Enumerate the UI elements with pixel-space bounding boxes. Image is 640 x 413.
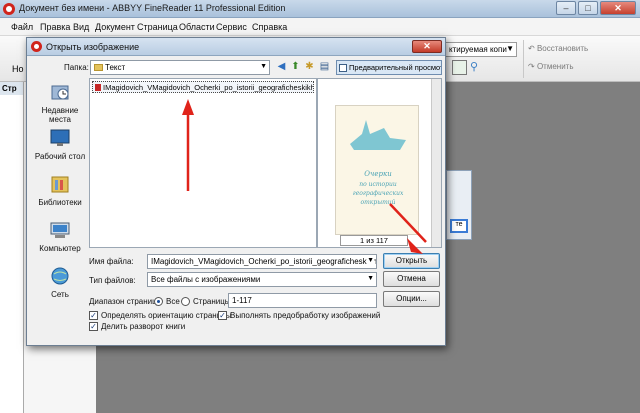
page-view-icon[interactable] bbox=[452, 60, 467, 75]
page-range-label: Диапазон страниц: bbox=[89, 297, 159, 306]
maximize-button[interactable]: □ bbox=[578, 1, 598, 15]
cancel-button[interactable]: Отмена bbox=[383, 271, 440, 287]
chevron-down-icon: ▼ bbox=[367, 257, 374, 264]
split-spread-checkbox[interactable]: ✓ bbox=[89, 322, 98, 331]
recent-places-icon bbox=[51, 85, 69, 100]
place-libraries-label: Библиотеки bbox=[38, 198, 82, 207]
annotation-arrow-2 bbox=[389, 203, 427, 243]
background-button: те bbox=[450, 219, 468, 233]
undo-button[interactable]: ↶ Восстановить bbox=[528, 44, 588, 53]
folder-combo[interactable]: Текст ▼ bbox=[90, 60, 270, 75]
range-all-label: Все bbox=[166, 297, 180, 306]
menu-document[interactable]: Документ bbox=[95, 22, 135, 32]
place-desktop[interactable]: Рабочий стол bbox=[31, 128, 89, 161]
place-desktop-label: Рабочий стол bbox=[34, 152, 86, 161]
menu-page[interactable]: Страница bbox=[137, 22, 178, 32]
place-recent-label: Недавние места bbox=[41, 106, 79, 124]
range-all-radio[interactable] bbox=[154, 297, 163, 306]
menu-edit[interactable]: Правка bbox=[40, 22, 70, 32]
up-folder-icon[interactable]: ⬆ bbox=[289, 60, 302, 74]
title-bar: Документ без имени - ABBYY FineReader 11… bbox=[0, 0, 640, 18]
chevron-down-icon: ▼ bbox=[367, 275, 374, 282]
menu-areas[interactable]: Области bbox=[179, 22, 215, 32]
dialog-close-button[interactable]: ✕ bbox=[412, 40, 442, 53]
filetype-label: Тип файлов: bbox=[89, 276, 136, 285]
finereader-logo-icon bbox=[31, 41, 42, 52]
place-network-label: Сеть bbox=[51, 290, 69, 299]
computer-icon bbox=[50, 222, 70, 238]
options-button[interactable]: Опции... bbox=[383, 291, 440, 307]
folder-label: Папка: bbox=[64, 63, 89, 72]
page-range-field[interactable]: 1-117 bbox=[228, 293, 377, 308]
folder-icon bbox=[94, 64, 103, 71]
close-button[interactable]: ✕ bbox=[600, 1, 636, 15]
toolbar-separator bbox=[523, 40, 524, 78]
preview-checkbox[interactable] bbox=[339, 64, 347, 72]
preprocess-label: Выполнять предобработку изображений bbox=[230, 311, 381, 320]
split-spread-label: Делить разворот книги bbox=[101, 322, 186, 331]
app-title: Документ без имени - ABBYY FineReader 11… bbox=[19, 3, 286, 13]
page-range-value: 1-117 bbox=[232, 296, 252, 305]
place-network[interactable]: Сеть bbox=[31, 266, 89, 299]
pages-pane-header: Стр bbox=[0, 82, 23, 95]
annotation-arrow-head bbox=[407, 238, 423, 254]
language-combo-value: ктируемая копи bbox=[449, 45, 507, 54]
new-folder-icon[interactable]: ✱ bbox=[303, 60, 316, 74]
place-computer-label: Компьютер bbox=[39, 244, 81, 253]
libraries-icon bbox=[51, 176, 69, 193]
minimize-button[interactable]: – bbox=[556, 1, 576, 15]
menu-tools[interactable]: Сервис bbox=[216, 22, 247, 32]
open-image-dialog: Открыть изображение ✕ Папка: Текст ▼ ◀ ⬆… bbox=[26, 37, 446, 346]
filetype-select[interactable]: Все файлы с изображениями ▼ bbox=[147, 272, 377, 287]
filename-label: Имя файла: bbox=[89, 257, 134, 266]
menu-view[interactable]: Вид bbox=[73, 22, 89, 32]
filetype-value: Все файлы с изображениями bbox=[151, 275, 261, 284]
redo-label: Отменить bbox=[536, 62, 574, 71]
menu-file[interactable]: Файл bbox=[11, 22, 33, 32]
place-recent[interactable]: Недавние места bbox=[31, 82, 89, 124]
filename-field[interactable]: IMagidovich_VMagidovich_Ocherki_po_istor… bbox=[147, 254, 377, 269]
dialog-title-bar: Открыть изображение ✕ bbox=[27, 38, 445, 56]
desktop-icon bbox=[50, 129, 70, 146]
preview-toggle[interactable]: Предварительный просмотр bbox=[336, 60, 442, 75]
finereader-logo-icon bbox=[3, 3, 15, 15]
menu-help[interactable]: Справка bbox=[252, 22, 287, 32]
range-pages-label: Страницы: bbox=[193, 297, 233, 306]
preview-pane: Очерки по истории географических открыти… bbox=[317, 78, 442, 248]
dialog-title: Открыть изображение bbox=[46, 42, 140, 52]
preview-toggle-label: Предварительный просмотр bbox=[349, 63, 442, 72]
back-icon[interactable]: ◀ bbox=[275, 60, 288, 74]
menu-bar: Файл Правка Вид Документ Страница Област… bbox=[0, 18, 640, 36]
chevron-down-icon: ▼ bbox=[506, 44, 514, 53]
file-list[interactable]: IMagidovich_VMagidovich_Ocherki_po_istor… bbox=[89, 78, 317, 248]
undo-label: Восстановить bbox=[536, 44, 589, 53]
orientation-label: Определять ориентацию страницы bbox=[101, 311, 232, 320]
toolbar-new-label[interactable]: Но bbox=[12, 64, 24, 74]
preprocess-checkbox[interactable]: ✓ bbox=[218, 311, 227, 320]
language-combo[interactable]: ктируемая копи ▼ bbox=[445, 42, 517, 57]
pages-pane: Стр bbox=[0, 82, 24, 413]
place-computer[interactable]: Компьютер bbox=[31, 220, 89, 253]
annotation-arrow-1 bbox=[182, 99, 194, 191]
zoom-icon[interactable]: ⚲ bbox=[470, 60, 485, 75]
view-menu-icon[interactable]: ▤ bbox=[318, 60, 331, 74]
background-panel: те bbox=[446, 170, 472, 240]
filename-value: IMagidovich_VMagidovich_Ocherki_po_istor… bbox=[151, 257, 377, 266]
range-pages-radio[interactable] bbox=[181, 297, 190, 306]
place-libraries[interactable]: Библиотеки bbox=[31, 174, 89, 207]
chevron-down-icon: ▼ bbox=[260, 63, 267, 70]
orientation-checkbox[interactable]: ✓ bbox=[89, 311, 98, 320]
places-bar: Недавние места Рабочий стол Библиотеки К… bbox=[31, 78, 89, 299]
redo-button[interactable]: ↷ Отменить bbox=[528, 62, 574, 71]
folder-value: Текст bbox=[105, 63, 126, 72]
network-icon bbox=[51, 267, 69, 285]
